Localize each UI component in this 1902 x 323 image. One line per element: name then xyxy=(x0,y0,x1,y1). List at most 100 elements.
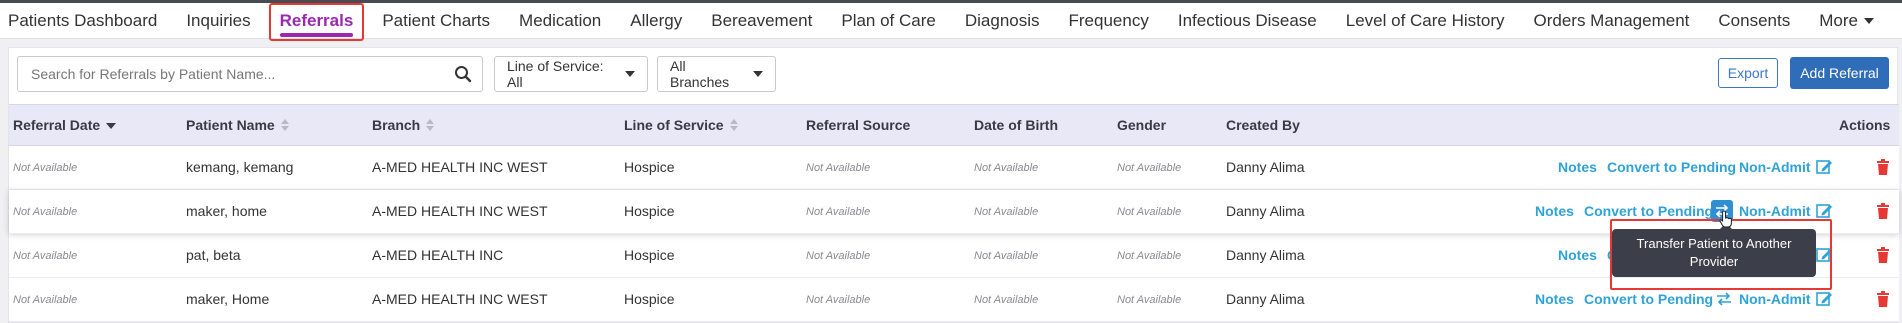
line-of-service-cell: Hospice xyxy=(624,159,675,175)
main-nav: Patients Dashboard Inquiries Referrals P… xyxy=(0,3,1902,39)
gender-cell: Not Available xyxy=(1117,294,1182,306)
notes-link[interactable]: Notes xyxy=(1558,159,1597,175)
gender-cell: Not Available xyxy=(1117,162,1182,174)
notes-link[interactable]: Notes xyxy=(1535,203,1574,219)
hand-cursor-icon xyxy=(1719,210,1732,228)
sort-desc-icon xyxy=(106,123,117,129)
edit-icon[interactable] xyxy=(1815,290,1833,308)
patient-name-cell[interactable]: pat, beta xyxy=(186,247,241,263)
col-line-of-service[interactable]: Line of Service xyxy=(624,117,738,133)
referral-date-cell: Not Available xyxy=(13,294,78,306)
branch-cell: A-MED HEALTH INC WEST xyxy=(372,159,548,175)
col-line-of-service-label: Line of Service xyxy=(624,117,724,133)
col-referral-date-label: Referral Date xyxy=(13,117,101,133)
table-header: Referral Date Patient Name Branch Line o… xyxy=(9,104,1899,146)
nav-allergy[interactable]: Allergy xyxy=(630,11,682,31)
delete-icon[interactable] xyxy=(1874,246,1892,264)
line-of-service-cell: Hospice xyxy=(624,203,675,219)
nav-bereavement[interactable]: Bereavement xyxy=(711,11,812,31)
chevron-down-icon xyxy=(625,71,635,77)
nav-patients-dashboard[interactable]: Patients Dashboard xyxy=(8,11,157,31)
nav-orders-management[interactable]: Orders Management xyxy=(1533,11,1689,31)
nav-level-of-care-history[interactable]: Level of Care History xyxy=(1346,11,1505,31)
referral-date-cell: Not Available xyxy=(13,206,78,218)
created-by-cell: Danny Alima xyxy=(1226,203,1305,219)
referral-source-cell: Not Available xyxy=(806,206,871,218)
nav-medication[interactable]: Medication xyxy=(519,11,601,31)
chevron-down-icon xyxy=(753,71,763,77)
non-admit-link[interactable]: Non-Admit xyxy=(1739,291,1811,307)
dob-cell: Not Available xyxy=(974,206,1039,218)
col-gender: Gender xyxy=(1117,117,1167,133)
delete-icon[interactable] xyxy=(1874,158,1892,176)
edit-icon[interactable] xyxy=(1815,158,1833,176)
nav-referrals[interactable]: Referrals xyxy=(279,11,353,37)
created-by-cell: Danny Alima xyxy=(1226,247,1305,263)
nav-consents[interactable]: Consents xyxy=(1718,11,1790,31)
dob-cell: Not Available xyxy=(974,162,1039,174)
dob-cell: Not Available xyxy=(974,294,1039,306)
table-row: Not Available maker, home A-MED HEALTH I… xyxy=(9,190,1899,234)
referral-date-cell: Not Available xyxy=(13,162,78,174)
col-patient-name[interactable]: Patient Name xyxy=(186,117,289,133)
delete-icon[interactable] xyxy=(1874,290,1892,308)
col-created-by: Created By xyxy=(1226,117,1300,133)
gender-cell: Not Available xyxy=(1117,206,1182,218)
nav-diagnosis[interactable]: Diagnosis xyxy=(965,11,1040,31)
branch-cell: A-MED HEALTH INC WEST xyxy=(372,291,548,307)
notes-link[interactable]: Notes xyxy=(1558,247,1597,263)
referral-source-cell: Not Available xyxy=(806,250,871,262)
branches-dropdown[interactable]: All Branches xyxy=(657,56,776,92)
nav-patient-charts[interactable]: Patient Charts xyxy=(382,11,490,31)
line-of-service-dropdown[interactable]: Line of Service: All xyxy=(494,56,648,92)
col-actions: Actions xyxy=(1839,117,1891,133)
sort-icon xyxy=(729,119,738,131)
referral-source-cell: Not Available xyxy=(806,294,871,306)
delete-icon[interactable] xyxy=(1874,202,1892,220)
edit-icon[interactable] xyxy=(1815,202,1833,220)
nav-inquiries[interactable]: Inquiries xyxy=(186,11,250,31)
patient-name-cell[interactable]: kemang, kemang xyxy=(186,159,293,175)
created-by-cell: Danny Alima xyxy=(1226,291,1305,307)
col-branch-label: Branch xyxy=(372,117,421,133)
table-row: Not Available kemang, kemang A-MED HEALT… xyxy=(9,146,1899,190)
patient-name-cell[interactable]: maker, home xyxy=(186,203,267,219)
notes-link[interactable]: Notes xyxy=(1535,291,1574,307)
line-of-service-cell: Hospice xyxy=(624,291,675,307)
search-field[interactable] xyxy=(17,56,483,92)
nav-frequency[interactable]: Frequency xyxy=(1069,11,1149,31)
sort-icon xyxy=(426,119,435,131)
search-icon[interactable] xyxy=(454,65,472,83)
convert-to-pending-link[interactable]: Convert to Pending xyxy=(1584,291,1713,307)
patient-name-cell[interactable]: maker, Home xyxy=(186,291,269,307)
non-admit-link[interactable]: Non-Admit xyxy=(1739,159,1811,175)
non-admit-link[interactable]: Non-Admit xyxy=(1739,203,1811,219)
line-of-service-value: Line of Service: All xyxy=(507,58,604,90)
transfer-icon[interactable] xyxy=(1715,290,1733,308)
transfer-tooltip: Transfer Patient to Another Provider xyxy=(1612,229,1816,277)
search-input[interactable] xyxy=(29,65,449,83)
add-referral-button[interactable]: Add Referral xyxy=(1790,57,1889,89)
gender-cell: Not Available xyxy=(1117,250,1182,262)
col-branch[interactable]: Branch xyxy=(372,117,435,133)
branch-cell: A-MED HEALTH INC WEST xyxy=(372,203,548,219)
branch-cell: A-MED HEALTH INC xyxy=(372,247,504,263)
referral-date-cell: Not Available xyxy=(13,250,78,262)
referral-source-cell: Not Available xyxy=(806,162,871,174)
convert-to-pending-link[interactable]: Convert to Pending xyxy=(1584,203,1713,219)
edit-icon[interactable] xyxy=(1815,246,1833,264)
export-button[interactable]: Export xyxy=(1718,58,1778,88)
sort-icon xyxy=(280,119,289,131)
nav-more-menu[interactable]: More xyxy=(1819,11,1874,31)
referrals-panel: Line of Service: All All Branches Export… xyxy=(8,47,1899,323)
col-date-of-birth: Date of Birth xyxy=(974,117,1058,133)
convert-to-pending-link[interactable]: Convert to Pending xyxy=(1607,159,1736,175)
col-referral-date[interactable]: Referral Date xyxy=(13,117,117,133)
table-row: Not Available maker, Home A-MED HEALTH I… xyxy=(9,278,1899,322)
branches-value: All Branches xyxy=(670,58,730,90)
dob-cell: Not Available xyxy=(974,250,1039,262)
col-patient-name-label: Patient Name xyxy=(186,117,275,133)
nav-plan-of-care[interactable]: Plan of Care xyxy=(841,11,936,31)
col-referral-source: Referral Source xyxy=(806,117,911,133)
nav-infectious-disease[interactable]: Infectious Disease xyxy=(1178,11,1317,31)
